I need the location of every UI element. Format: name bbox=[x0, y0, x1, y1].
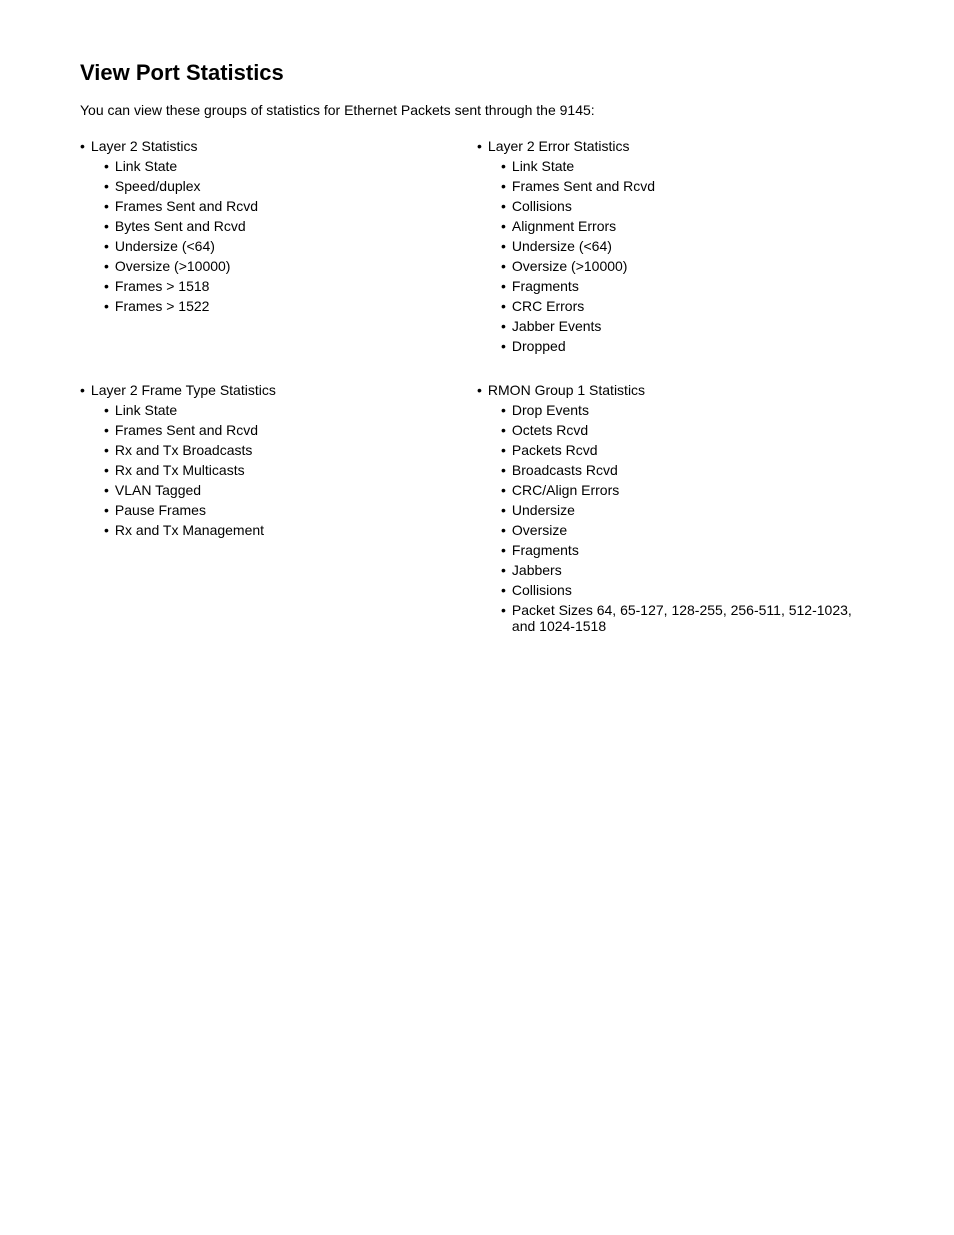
list-item: •Link State bbox=[104, 402, 477, 418]
bullet-icon: • bbox=[104, 238, 109, 254]
bullet-icon: • bbox=[501, 298, 506, 314]
list-item: • Layer 2 Statistics •Link State •Speed/… bbox=[80, 138, 477, 314]
list-item: •Frames Sent and Rcvd bbox=[501, 178, 874, 194]
list-item: •Collisions bbox=[501, 198, 874, 214]
bullet-icon: • bbox=[104, 402, 109, 418]
bullet-icon: • bbox=[80, 382, 85, 398]
intro-text: You can view these groups of statistics … bbox=[80, 102, 874, 118]
bullet-icon: • bbox=[104, 258, 109, 274]
category-heading: Layer 2 Error Statistics bbox=[488, 138, 630, 154]
list-item: •Rx and Tx Broadcasts bbox=[104, 442, 477, 458]
bullet-icon: • bbox=[104, 522, 109, 538]
bullet-icon: • bbox=[501, 482, 506, 498]
bullet-icon: • bbox=[501, 158, 506, 174]
list-item: •Broadcasts Rcvd bbox=[501, 462, 874, 478]
columns-row2: • Layer 2 Frame Type Statistics •Link St… bbox=[80, 382, 874, 642]
list-item: •Speed/duplex bbox=[104, 178, 477, 194]
list-item: •Rx and Tx Multicasts bbox=[104, 462, 477, 478]
list-item: •Frames Sent and Rcvd bbox=[104, 198, 477, 214]
list-item: •Oversize (>10000) bbox=[501, 258, 874, 274]
list-item: • RMON Group 1 Statistics •Drop Events •… bbox=[477, 382, 874, 634]
list-item: •CRC Errors bbox=[501, 298, 874, 314]
list-item: • Layer 2 Error Statistics •Link State •… bbox=[477, 138, 874, 354]
list-item: •Dropped bbox=[501, 338, 874, 354]
bullet-icon: • bbox=[104, 198, 109, 214]
bullet-icon: • bbox=[501, 502, 506, 518]
bullet-icon: • bbox=[104, 178, 109, 194]
list-item: •Alignment Errors bbox=[501, 218, 874, 234]
nested-list: •Drop Events •Octets Rcvd •Packets Rcvd … bbox=[477, 402, 874, 634]
list-item: •Frames > 1522 bbox=[104, 298, 477, 314]
col-rmon-stats: • RMON Group 1 Statistics •Drop Events •… bbox=[477, 382, 874, 642]
bullet-icon: • bbox=[501, 198, 506, 214]
bullet-icon: • bbox=[104, 278, 109, 294]
bullet-icon: • bbox=[501, 238, 506, 254]
col-layer2-frame-stats: • Layer 2 Frame Type Statistics •Link St… bbox=[80, 382, 477, 642]
page-title: View Port Statistics bbox=[80, 60, 874, 86]
list-item: •Frames > 1518 bbox=[104, 278, 477, 294]
bullet-icon: • bbox=[104, 482, 109, 498]
list-item: •Undersize (<64) bbox=[501, 238, 874, 254]
bullet-icon: • bbox=[501, 522, 506, 538]
list-item: •Bytes Sent and Rcvd bbox=[104, 218, 477, 234]
list-item: •CRC/Align Errors bbox=[501, 482, 874, 498]
list-item: •Link State bbox=[104, 158, 477, 174]
bullet-icon: • bbox=[477, 382, 482, 398]
list-item: •VLAN Tagged bbox=[104, 482, 477, 498]
list-item: •Pause Frames bbox=[104, 502, 477, 518]
bullet-icon: • bbox=[501, 402, 506, 418]
bullet-icon: • bbox=[501, 442, 506, 458]
bullet-icon: • bbox=[104, 218, 109, 234]
list-item: •Fragments bbox=[501, 542, 874, 558]
list-item: •Jabber Events bbox=[501, 318, 874, 334]
list-item: •Jabbers bbox=[501, 562, 874, 578]
list-item: • Layer 2 Frame Type Statistics •Link St… bbox=[80, 382, 477, 538]
col-layer2-error-stats: • Layer 2 Error Statistics •Link State •… bbox=[477, 138, 874, 362]
bullet-icon: • bbox=[104, 442, 109, 458]
bullet-icon: • bbox=[501, 218, 506, 234]
bullet-icon: • bbox=[501, 338, 506, 354]
list-item: •Octets Rcvd bbox=[501, 422, 874, 438]
bullet-icon: • bbox=[501, 422, 506, 438]
bullet-icon: • bbox=[104, 158, 109, 174]
list-item: •Link State bbox=[501, 158, 874, 174]
bullet-icon: • bbox=[104, 298, 109, 314]
nested-list: •Link State •Speed/duplex •Frames Sent a… bbox=[80, 158, 477, 314]
col-layer2-stats: • Layer 2 Statistics •Link State •Speed/… bbox=[80, 138, 477, 362]
list-item: •Oversize bbox=[501, 522, 874, 538]
list-item: •Drop Events bbox=[501, 402, 874, 418]
list-item: •Frames Sent and Rcvd bbox=[104, 422, 477, 438]
nested-list: •Link State •Frames Sent and Rcvd •Colli… bbox=[477, 158, 874, 354]
bullet-icon: • bbox=[501, 582, 506, 598]
bullet-icon: • bbox=[501, 258, 506, 274]
bullet-icon: • bbox=[501, 318, 506, 334]
bullet-icon: • bbox=[104, 462, 109, 478]
category-heading: Layer 2 Frame Type Statistics bbox=[91, 382, 276, 398]
nested-list: •Link State •Frames Sent and Rcvd •Rx an… bbox=[80, 402, 477, 538]
bullet-icon: • bbox=[501, 602, 506, 618]
bullet-icon: • bbox=[501, 178, 506, 194]
category-heading: Layer 2 Statistics bbox=[91, 138, 198, 154]
list-item: •Packet Sizes 64, 65-127, 128-255, 256-5… bbox=[501, 602, 874, 634]
bullet-icon: • bbox=[104, 502, 109, 518]
bullet-icon: • bbox=[501, 278, 506, 294]
list-item: •Packets Rcvd bbox=[501, 442, 874, 458]
columns-row1: • Layer 2 Statistics •Link State •Speed/… bbox=[80, 138, 874, 362]
bullet-icon: • bbox=[477, 138, 482, 154]
bullet-icon: • bbox=[80, 138, 85, 154]
list-item: •Oversize (>10000) bbox=[104, 258, 477, 274]
list-item: •Fragments bbox=[501, 278, 874, 294]
bullet-icon: • bbox=[501, 462, 506, 478]
bullet-icon: • bbox=[501, 562, 506, 578]
bullet-icon: • bbox=[104, 422, 109, 438]
list-item: •Undersize bbox=[501, 502, 874, 518]
list-item: •Undersize (<64) bbox=[104, 238, 477, 254]
category-heading: RMON Group 1 Statistics bbox=[488, 382, 645, 398]
list-item: •Collisions bbox=[501, 582, 874, 598]
list-item: •Rx and Tx Management bbox=[104, 522, 477, 538]
bullet-icon: • bbox=[501, 542, 506, 558]
